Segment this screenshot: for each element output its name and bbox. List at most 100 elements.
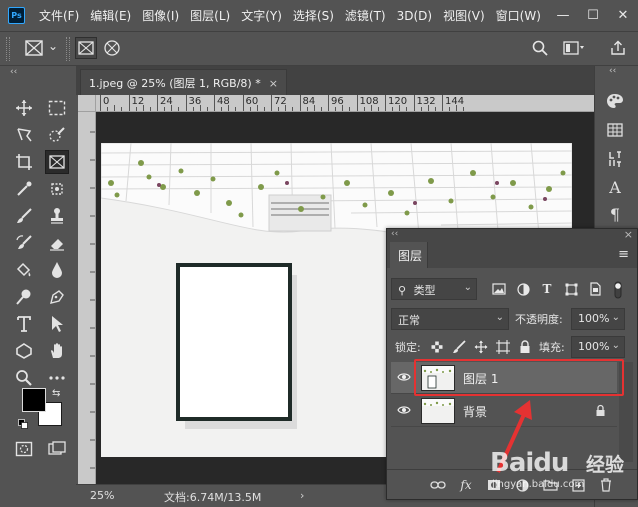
lasso-tool-icon[interactable] <box>12 123 36 147</box>
close-tab-icon[interactable]: × <box>269 77 278 90</box>
character-panel-icon[interactable]: A <box>603 176 627 198</box>
photoshop-logo: Ps <box>8 7 25 24</box>
minimize-button[interactable]: — <box>548 8 578 23</box>
layer-thumbnail <box>421 398 455 424</box>
swap-colors-icon[interactable]: ⇆ <box>52 388 60 399</box>
zoom-level[interactable]: 25% <box>90 489 114 502</box>
opacity-input[interactable]: 100% ⌄ <box>571 308 625 330</box>
menu-layer[interactable]: 图层(L) <box>190 7 230 24</box>
lock-artboard-icon[interactable] <box>495 339 511 355</box>
default-colors-icon[interactable] <box>18 418 28 429</box>
menu-file[interactable]: 文件(F) <box>39 7 79 24</box>
visibility-eye-icon[interactable] <box>397 404 411 416</box>
menu-window[interactable]: 窗口(W) <box>496 7 541 24</box>
color-panel-icon[interactable] <box>603 90 627 112</box>
ruler-minor-tick <box>370 105 372 111</box>
lock-transparent-pixels-icon[interactable] <box>429 339 445 355</box>
maximize-button[interactable]: ☐ <box>578 8 608 23</box>
search-icon[interactable] <box>532 40 548 59</box>
pen-tool-icon[interactable] <box>45 285 69 309</box>
tool-preset-dropdown-icon[interactable]: ⌄ <box>48 39 58 53</box>
chevron-down-icon[interactable]: ⌄ <box>612 312 620 323</box>
ruler-origin[interactable] <box>78 95 96 112</box>
paragraph-styles-icon[interactable] <box>603 148 627 170</box>
ruler-minor-tick <box>149 107 151 111</box>
ruler-tick <box>100 95 101 111</box>
ellipse-frame-button[interactable] <box>103 39 121 60</box>
close-window-button[interactable]: ✕ <box>608 8 638 23</box>
layer-style-fx-icon[interactable]: fx <box>457 476 475 494</box>
vertical-ruler[interactable] <box>78 112 96 484</box>
frame-tool-icon[interactable] <box>45 150 69 174</box>
link-layers-icon[interactable] <box>429 476 447 494</box>
menu-3d[interactable]: 3D(D) <box>397 9 432 23</box>
workspace-icon[interactable] <box>563 41 585 58</box>
layer-filter-select[interactable]: ⚲ 类型 ⌄ <box>391 278 477 300</box>
layers-panel-close-icon[interactable]: × <box>624 228 633 241</box>
screen-mode-icon[interactable] <box>45 437 69 461</box>
document-tab[interactable]: 1.jpeg @ 25% (图层 1, RGB/8) * × <box>80 69 287 95</box>
quick-mask-icon[interactable] <box>12 437 36 461</box>
more-tools-icon[interactable] <box>45 366 69 390</box>
filter-shape-icon[interactable] <box>563 281 579 297</box>
filter-smart-object-icon[interactable] <box>587 281 603 297</box>
ruler-tick <box>214 95 215 111</box>
dodge-tool-icon[interactable] <box>12 285 36 309</box>
panel-menu-icon[interactable]: ≡ <box>618 247 629 262</box>
menu-view[interactable]: 视图(V) <box>443 7 485 24</box>
brush-tool-icon[interactable] <box>12 204 36 228</box>
filter-pixel-icon[interactable] <box>491 281 507 297</box>
lock-position-icon[interactable] <box>473 339 489 355</box>
frame-tool-preset-icon[interactable] <box>24 39 44 60</box>
ruler-minor-tick <box>178 107 180 111</box>
paragraph-panel-icon[interactable]: ¶ <box>603 203 627 225</box>
menu-image[interactable]: 图像(I) <box>142 7 179 24</box>
type-tool-icon[interactable] <box>12 312 36 336</box>
filter-type-icon[interactable]: T <box>539 281 555 297</box>
ruler-minor-tick <box>349 107 351 111</box>
menu-edit[interactable]: 编辑(E) <box>90 7 131 24</box>
window-controls: — ☐ ✕ <box>548 0 638 31</box>
layer-name[interactable]: 背景 <box>463 403 487 420</box>
crop-tool-icon[interactable] <box>12 150 36 174</box>
blend-mode-select[interactable]: 正常 ⌄ <box>391 308 509 330</box>
chevron-down-icon[interactable]: ⌄ <box>612 340 620 351</box>
share-icon[interactable] <box>610 40 626 59</box>
tab-layers[interactable]: 图层 <box>390 242 428 268</box>
shape-tool-icon[interactable] <box>12 339 36 363</box>
horizontal-ruler[interactable]: 0 12 24 36 48 60 72 84 96 108 120 132 144 <box>96 95 594 112</box>
eyedropper-tool-icon[interactable] <box>12 177 36 201</box>
marquee-tool-icon[interactable] <box>45 96 69 120</box>
blur-tool-icon[interactable] <box>45 258 69 282</box>
menu-type[interactable]: 文字(Y) <box>241 7 282 24</box>
toolbar-collapse-icon[interactable]: ‹‹ <box>0 66 75 78</box>
lock-all-icon[interactable] <box>517 339 533 355</box>
hand-tool-icon[interactable] <box>45 339 69 363</box>
right-strip-collapse-icon[interactable]: ‹‹ <box>609 66 616 76</box>
filter-toggle-switch[interactable] <box>613 281 623 299</box>
options-bar-grip[interactable] <box>6 37 10 61</box>
path-selection-tool-icon[interactable] <box>45 312 69 336</box>
history-brush-tool-icon[interactable] <box>12 231 36 255</box>
filter-adjustment-icon[interactable] <box>515 281 531 297</box>
ruler-label: 108 <box>359 96 379 107</box>
paint-bucket-tool-icon[interactable] <box>12 258 36 282</box>
lock-image-pixels-icon[interactable] <box>451 339 467 355</box>
visibility-eye-icon[interactable] <box>397 371 411 383</box>
swatches-panel-icon[interactable] <box>603 119 627 141</box>
spot-healing-tool-icon[interactable] <box>45 177 69 201</box>
clone-stamp-tool-icon[interactable] <box>45 204 69 228</box>
layers-panel-collapse-icon[interactable]: ‹‹ <box>391 229 398 239</box>
menu-select[interactable]: 选择(S) <box>293 7 334 24</box>
fill-input[interactable]: 100% ⌄ <box>571 336 625 358</box>
zoom-tool-icon[interactable] <box>12 366 36 390</box>
eraser-tool-icon[interactable] <box>45 231 69 255</box>
chevron-down-icon: ⌄ <box>495 312 504 323</box>
quick-selection-tool-icon[interactable] <box>45 123 69 147</box>
layers-panel-header: ‹‹ × <box>387 228 637 241</box>
foreground-color-swatch[interactable] <box>22 388 46 412</box>
move-tool-icon[interactable] <box>12 96 36 120</box>
menu-filter[interactable]: 滤镜(T) <box>345 7 386 24</box>
rectangle-frame-button[interactable] <box>75 37 97 59</box>
status-menu-arrow-icon[interactable]: › <box>300 489 304 502</box>
